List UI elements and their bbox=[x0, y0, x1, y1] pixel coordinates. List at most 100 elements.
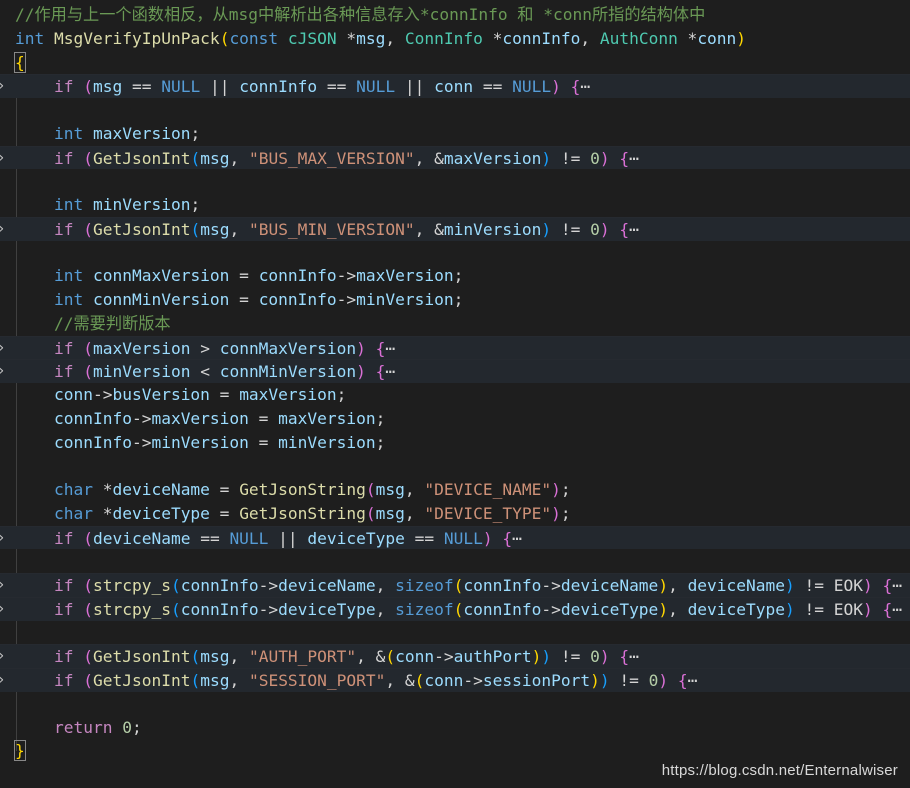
code-token: GetJsonInt bbox=[92, 148, 191, 168]
code-token: connMinVersion bbox=[219, 362, 357, 382]
code-token: sessionPort bbox=[482, 671, 591, 690]
folded-code-line[interactable]: › if (GetJsonInt(msg, "AUTH_PORT", &(con… bbox=[0, 644, 910, 668]
code-token: GetJsonString bbox=[239, 480, 366, 499]
code-token: AuthConn bbox=[599, 28, 678, 48]
code-token: int bbox=[15, 28, 45, 48]
code-token: msg bbox=[200, 219, 230, 239]
chevron-right-icon[interactable]: › bbox=[0, 669, 9, 693]
code-token: ( bbox=[453, 576, 464, 595]
chevron-right-icon[interactable]: › bbox=[0, 337, 9, 361]
code-line[interactable]: return 0; bbox=[0, 716, 910, 740]
folded-code-line[interactable]: › if (maxVersion > connMaxVersion) {⋯ bbox=[0, 335, 910, 361]
folded-ellipsis-icon[interactable]: ⋯ bbox=[580, 77, 590, 96]
code-token: ( bbox=[83, 647, 93, 667]
code-line[interactable]: { bbox=[0, 51, 910, 75]
code-token: , bbox=[375, 576, 396, 595]
chevron-right-icon[interactable]: › bbox=[0, 218, 9, 242]
code-token: ) bbox=[785, 576, 795, 595]
code-token: deviceType bbox=[278, 599, 376, 619]
code-token: != bbox=[551, 647, 591, 667]
code-token: } bbox=[14, 740, 26, 762]
code-line[interactable]: //需要判断版本 bbox=[0, 312, 910, 336]
chevron-right-icon[interactable]: › bbox=[0, 147, 9, 171]
code-token: sizeof bbox=[395, 576, 454, 595]
chevron-right-icon[interactable]: › bbox=[0, 527, 9, 551]
code-line[interactable]: int maxVersion; bbox=[0, 122, 910, 146]
code-text: int maxVersion; bbox=[15, 122, 200, 146]
folded-code-line[interactable]: › if (GetJsonInt(msg, "SESSION_PORT", &(… bbox=[0, 668, 910, 692]
code-token: maxVersion bbox=[443, 148, 542, 168]
code-token: ) bbox=[599, 647, 610, 667]
code-token: connMinVersion bbox=[92, 290, 230, 309]
code-line[interactable]: conn->busVersion = maxVersion; bbox=[0, 383, 910, 407]
code-token: ) bbox=[599, 148, 610, 168]
folded-ellipsis-icon[interactable]: ⋯ bbox=[892, 576, 902, 595]
code-token: conn bbox=[424, 671, 464, 690]
folded-ellipsis-icon[interactable]: ⋯ bbox=[385, 339, 395, 358]
code-line[interactable]: connInfo->maxVersion = maxVersion; bbox=[0, 407, 910, 431]
code-token: maxVersion bbox=[239, 385, 337, 404]
code-line[interactable] bbox=[0, 549, 910, 573]
code-line[interactable]: int connMaxVersion = connInfo->maxVersio… bbox=[0, 264, 910, 288]
folded-ellipsis-icon[interactable]: ⋯ bbox=[629, 149, 639, 168]
code-text: int minVersion; bbox=[15, 193, 200, 217]
folded-ellipsis-icon[interactable]: ⋯ bbox=[688, 671, 698, 690]
code-token: , bbox=[580, 28, 600, 48]
chevron-right-icon[interactable]: › bbox=[0, 645, 9, 669]
code-token: , bbox=[668, 599, 688, 619]
code-token: minVersion bbox=[151, 432, 249, 452]
folded-ellipsis-icon[interactable]: ⋯ bbox=[892, 600, 902, 619]
code-token: * bbox=[336, 28, 357, 48]
folded-ellipsis-icon[interactable]: ⋯ bbox=[629, 647, 639, 666]
code-token: , bbox=[404, 503, 425, 523]
folded-code-line[interactable]: › if (deviceName == NULL || deviceType =… bbox=[0, 525, 910, 551]
folded-code-line[interactable]: › if (GetJsonInt(msg, "BUS_MAX_VERSION",… bbox=[0, 145, 910, 171]
code-line[interactable]: int minVersion; bbox=[0, 193, 910, 217]
code-token: != bbox=[551, 148, 591, 168]
code-line[interactable]: int MsgVerifyIpUnPack(const cJSON *msg, … bbox=[0, 27, 910, 51]
code-line[interactable] bbox=[0, 169, 910, 193]
code-token: , & bbox=[414, 148, 444, 168]
code-token: connInfo bbox=[258, 266, 337, 286]
code-token: { bbox=[619, 148, 630, 168]
code-token: ( bbox=[365, 503, 376, 523]
code-token: ) bbox=[658, 671, 669, 690]
chevron-right-icon[interactable]: › bbox=[0, 574, 9, 598]
code-token: deviceType bbox=[307, 528, 405, 548]
code-token: == bbox=[473, 77, 513, 97]
folded-code-line[interactable]: › if (msg == NULL || connInfo == NULL ||… bbox=[0, 74, 910, 98]
folded-code-line[interactable]: › if (GetJsonInt(msg, "BUS_MIN_VERSION",… bbox=[0, 216, 910, 242]
code-line[interactable]: char *deviceType = GetJsonString(msg, "D… bbox=[0, 502, 910, 526]
folded-code-line[interactable]: › if (strcpy_s(connInfo->deviceType, siz… bbox=[0, 596, 910, 622]
code-token: connInfo bbox=[258, 290, 337, 309]
folded-ellipsis-icon[interactable]: ⋯ bbox=[629, 220, 639, 239]
chevron-right-icon[interactable]: › bbox=[0, 75, 9, 99]
code-line[interactable]: int connMinVersion = connInfo->minVersio… bbox=[0, 288, 910, 312]
code-line[interactable]: } bbox=[0, 739, 910, 763]
code-line[interactable] bbox=[0, 241, 910, 265]
code-line[interactable] bbox=[0, 692, 910, 716]
code-token: 0 bbox=[122, 717, 132, 737]
code-line[interactable]: char *deviceName = GetJsonString(msg, "D… bbox=[0, 478, 910, 502]
code-token: = bbox=[209, 503, 240, 523]
code-token: { bbox=[375, 362, 386, 382]
chevron-right-icon[interactable]: › bbox=[0, 360, 9, 384]
code-line[interactable] bbox=[0, 98, 910, 122]
folded-code-line[interactable]: › if (strcpy_s(connInfo->deviceName, siz… bbox=[0, 573, 910, 597]
code-line[interactable]: //作用与上一个函数相反，从msg中解析出各种信息存入*connInfo 和 *… bbox=[0, 3, 910, 27]
chevron-right-icon[interactable]: › bbox=[0, 598, 9, 622]
code-line[interactable]: connInfo->minVersion = minVersion; bbox=[0, 431, 910, 455]
code-editor[interactable]: //作用与上一个函数相反，从msg中解析出各种信息存入*connInfo 和 *… bbox=[0, 3, 910, 788]
code-token: connInfo bbox=[239, 77, 318, 97]
folded-ellipsis-icon[interactable]: ⋯ bbox=[512, 529, 522, 548]
folded-code-line[interactable]: › if (minVersion < connMinVersion) {⋯ bbox=[0, 359, 910, 383]
code-token: ConnInfo bbox=[404, 28, 483, 48]
code-token: connInfo bbox=[463, 599, 542, 619]
code-line[interactable] bbox=[0, 454, 910, 478]
code-line[interactable] bbox=[0, 621, 910, 645]
folded-ellipsis-icon[interactable]: ⋯ bbox=[385, 362, 395, 381]
